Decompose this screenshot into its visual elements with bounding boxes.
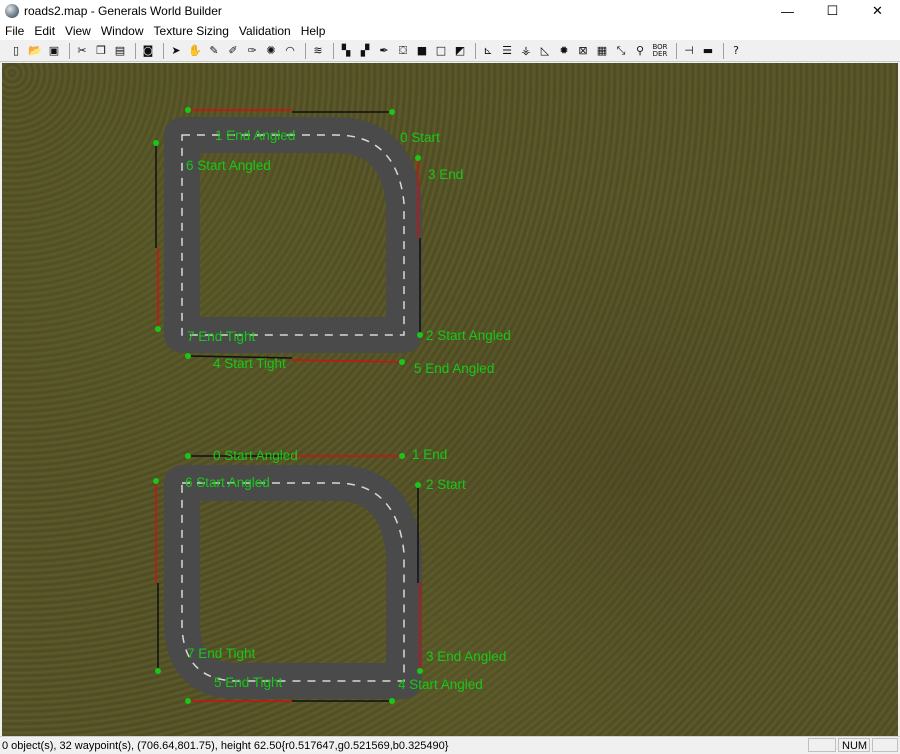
- fence-icon[interactable]: ▦: [594, 43, 610, 59]
- star-icon[interactable]: ✺: [263, 43, 279, 59]
- waypoint-label: 0 Start: [400, 130, 440, 145]
- open-icon[interactable]: 📂: [27, 43, 43, 59]
- toolbar-separator: [163, 42, 164, 59]
- border-icon[interactable]: BOR DER: [651, 43, 669, 59]
- save-icon[interactable]: ▣: [46, 43, 62, 59]
- menu-bar: File Edit View Window Texture Sizing Val…: [0, 22, 900, 40]
- map-canvas[interactable]: 1 End Angled 0 Start 6 Start Angled 3 En…: [2, 63, 898, 736]
- toolbar-separator: [676, 42, 677, 59]
- axis-icon[interactable]: ⊾: [480, 43, 496, 59]
- road-icon[interactable]: ☰: [499, 43, 515, 59]
- menu-edit[interactable]: Edit: [29, 22, 60, 40]
- minimize-button[interactable]: —: [765, 0, 810, 22]
- toolbar: ▯ 📂 ▣ ✂ ❐ ▤ ◙ ➤ ✋ ✎ ✐ ✑ ✺ ◠ ≋ ▚ ▞ ✒ ⛋ ■ …: [0, 40, 900, 62]
- status-text: 0 object(s), 32 waypoint(s), (706.64,801…: [2, 739, 449, 752]
- triangle-icon[interactable]: ◺: [537, 43, 553, 59]
- link-icon[interactable]: ⚲: [632, 43, 648, 59]
- toolbar-separator: [305, 42, 306, 59]
- waypoint-label: 5 End Angled: [414, 361, 494, 376]
- window-controls: — ☐ ✕: [765, 0, 900, 22]
- close-button[interactable]: ✕: [855, 0, 900, 22]
- maximize-button[interactable]: ☐: [810, 0, 855, 22]
- new-icon[interactable]: ▯: [8, 43, 24, 59]
- waypoint-label: 2 Start: [426, 477, 466, 492]
- status-pane-empty: [808, 738, 836, 752]
- waypoint-label: 3 End Angled: [426, 649, 506, 664]
- waypoint-label: 1 End Angled: [215, 128, 295, 143]
- border-label-bottom: DER: [652, 49, 668, 58]
- checker-icon[interactable]: ▚: [338, 43, 354, 59]
- paste-icon[interactable]: ▤: [112, 43, 128, 59]
- checker2-icon[interactable]: ▞: [357, 43, 373, 59]
- outline-square-icon[interactable]: □: [433, 43, 449, 59]
- app-icon: [5, 4, 19, 18]
- dome-icon[interactable]: ◠: [282, 43, 298, 59]
- title-bar: roads2.map - Generals World Builder — ☐ …: [0, 0, 900, 22]
- window-title: roads2.map - Generals World Builder: [24, 4, 222, 18]
- status-bar: 0 object(s), 32 waypoint(s), (706.64,801…: [0, 736, 900, 754]
- bridge-icon[interactable]: ▬: [700, 43, 716, 59]
- menu-texture-sizing[interactable]: Texture Sizing: [149, 22, 234, 40]
- fill-icon[interactable]: ⛋: [395, 43, 411, 59]
- waypoint-label: 5 End Tight: [214, 675, 283, 690]
- waypoint-label: 3 End: [428, 167, 463, 182]
- tree-icon[interactable]: ⚶: [518, 43, 534, 59]
- waypoint-label: 6 Start Angled: [186, 158, 271, 173]
- toolbar-separator: [723, 42, 724, 59]
- pointer-icon[interactable]: ➤: [168, 43, 184, 59]
- help-icon[interactable]: ?: [728, 43, 744, 59]
- eyedropper-icon[interactable]: ✒: [376, 43, 392, 59]
- copy-icon[interactable]: ❐: [93, 43, 109, 59]
- waves-icon[interactable]: ≋: [310, 43, 326, 59]
- menu-file[interactable]: File: [0, 22, 29, 40]
- waypoint-label: 1 End: [412, 447, 447, 462]
- blob-icon[interactable]: ✹: [556, 43, 572, 59]
- waypoint-label: 6 Start Angled: [185, 475, 270, 490]
- square-icon[interactable]: ■: [414, 43, 430, 59]
- status-pane-empty: [872, 738, 898, 752]
- waypoint-label: 7 End Tight: [187, 646, 256, 661]
- map-viewport[interactable]: 1 End Angled 0 Start 6 Start Angled 3 En…: [2, 63, 898, 736]
- cut-icon[interactable]: ✂: [74, 43, 90, 59]
- waypoint-label: 4 Start Angled: [398, 677, 483, 692]
- brush2-icon[interactable]: ✐: [225, 43, 241, 59]
- menu-help[interactable]: Help: [296, 22, 331, 40]
- toolbar-separator: [475, 42, 476, 59]
- toolbar-separator: [69, 42, 70, 59]
- status-num: NUM: [838, 738, 870, 752]
- menu-window[interactable]: Window: [96, 22, 149, 40]
- brush-icon[interactable]: ✎: [206, 43, 222, 59]
- waypoint-label: 4 Start Tight: [213, 356, 286, 371]
- waypoint-label: 7 End Tight: [187, 329, 256, 344]
- waypoint-label: 0 Start Angled: [213, 448, 298, 463]
- toolbar-separator: [135, 42, 136, 59]
- map-icon[interactable]: ◙: [140, 43, 156, 59]
- waypoint-label: 2 Start Angled: [426, 328, 511, 343]
- ramp-icon[interactable]: ◩: [452, 43, 468, 59]
- menu-validation[interactable]: Validation: [234, 22, 296, 40]
- grid-icon[interactable]: ⊠: [575, 43, 591, 59]
- hand-icon[interactable]: ✋: [187, 43, 203, 59]
- waypoint-icon[interactable]: ⤡: [613, 43, 629, 59]
- menu-view[interactable]: View: [60, 22, 96, 40]
- brush3-icon[interactable]: ✑: [244, 43, 260, 59]
- toolbar-separator: [333, 42, 334, 59]
- scale-icon[interactable]: ⊣: [681, 43, 697, 59]
